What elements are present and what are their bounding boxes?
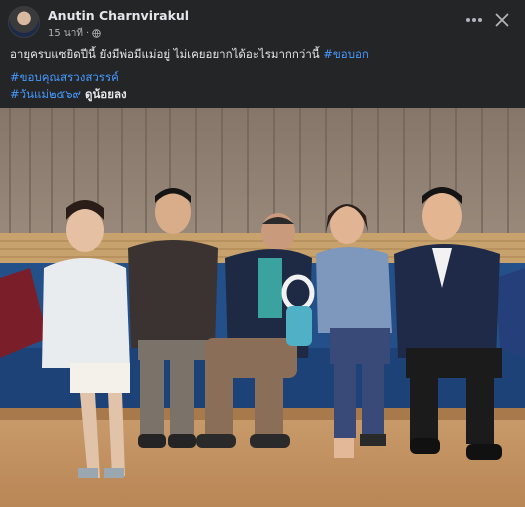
close-icon bbox=[495, 13, 509, 27]
caption-text: อายุครบแซยิดปีนี้ ยังมีพ่อมีแม่อยู่ ไม่เ… bbox=[10, 47, 324, 61]
globe-icon bbox=[92, 29, 101, 38]
post-meta: 15 นาที · bbox=[48, 26, 101, 41]
more-options-icon bbox=[466, 18, 482, 22]
post-header: Anutin Charnvirakul 15 นาที · bbox=[0, 0, 525, 40]
close-button[interactable] bbox=[490, 8, 514, 32]
meta-separator: · bbox=[85, 28, 90, 39]
post-photo[interactable] bbox=[0, 108, 525, 507]
author-name[interactable]: Anutin Charnvirakul bbox=[48, 8, 189, 23]
see-less-link[interactable]: ดูน้อยลง bbox=[81, 87, 127, 101]
hashtag-link[interactable]: #วันแม่๒๕๖๙ bbox=[10, 87, 81, 101]
author-avatar[interactable] bbox=[8, 6, 40, 38]
hashtag-link[interactable]: #ขอบอก bbox=[323, 47, 369, 61]
hashtag-line: #วันแม่๒๕๖๙ ดูน้อยลง bbox=[10, 86, 515, 103]
post-time[interactable]: 15 นาที bbox=[48, 26, 83, 41]
group-photo-image bbox=[0, 108, 525, 507]
hashtag-link[interactable]: #ขอบคุณสรวงสวรรค์ bbox=[10, 70, 119, 84]
more-options-button[interactable] bbox=[462, 8, 486, 32]
hashtag-line: #ขอบคุณสรวงสวรรค์ bbox=[10, 69, 515, 86]
post-caption: อายุครบแซยิดปีนี้ ยังมีพ่อมีแม่อยู่ ไม่เ… bbox=[10, 46, 515, 63]
facebook-post: Anutin Charnvirakul 15 นาที · อายุครบแซย… bbox=[0, 0, 525, 507]
